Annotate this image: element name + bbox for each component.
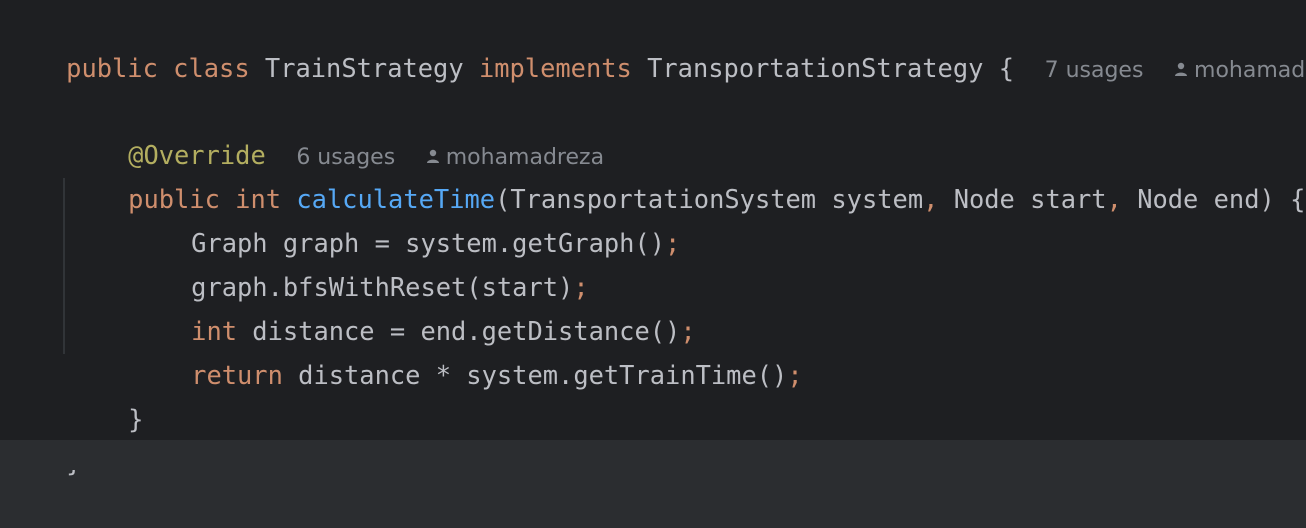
- code-line-class-declaration[interactable]: public class TrainStrategy implements Tr…: [5, 2, 1306, 83]
- interface-name[interactable]: TransportationStrategy: [647, 53, 983, 83]
- param-name[interactable]: start: [1030, 184, 1106, 214]
- close-brace: }: [128, 404, 144, 434]
- keyword-class: class: [173, 53, 250, 83]
- code-line-statement[interactable]: Graph graph = system.getGraph();: [130, 177, 680, 258]
- code-line-statement[interactable]: return distance * system.getTrainTime();: [130, 309, 802, 390]
- author-name: mohamadreza: [1194, 58, 1306, 83]
- code-line-annotation[interactable]: @Override 6 usages mohamadreza: [67, 89, 604, 170]
- code-line-method-signature[interactable]: public int calculateTime(TransportationS…: [67, 133, 1305, 214]
- open-brace: {: [998, 53, 1015, 83]
- param-type[interactable]: Node: [1137, 184, 1198, 214]
- param-type[interactable]: Node: [954, 184, 1015, 214]
- class-name[interactable]: TrainStrategy: [265, 53, 464, 83]
- code-editor[interactable]: public class TrainStrategy implements Tr…: [0, 0, 1306, 477]
- author-hint[interactable]: mohamadreza: [1174, 58, 1306, 83]
- comma: ,: [1106, 184, 1122, 214]
- code-line-statement[interactable]: int distance = end.getDistance();: [130, 265, 695, 346]
- person-icon: [1174, 61, 1188, 77]
- comma: ,: [923, 184, 939, 214]
- code-line-class-close[interactable]: }: [5, 396, 81, 477]
- param-name[interactable]: system: [831, 184, 923, 214]
- editor-bottom-strip: [0, 440, 1306, 470]
- keyword-return: return: [191, 360, 283, 390]
- usages-hint[interactable]: 7 usages: [1045, 58, 1144, 83]
- code-line-method-close[interactable]: }: [67, 353, 143, 434]
- indent-guide: [63, 178, 65, 354]
- semicolon: ;: [665, 228, 681, 258]
- close-paren-brace: ) {: [1259, 184, 1306, 214]
- param-name[interactable]: end: [1214, 184, 1260, 214]
- keyword-public: public: [66, 53, 158, 83]
- semicolon: ;: [787, 360, 803, 390]
- code-line-statement[interactable]: graph.bfsWithReset(start);: [130, 221, 588, 302]
- statement-text: distance * system.getTrainTime(): [282, 360, 788, 390]
- keyword-implements: implements: [478, 53, 632, 83]
